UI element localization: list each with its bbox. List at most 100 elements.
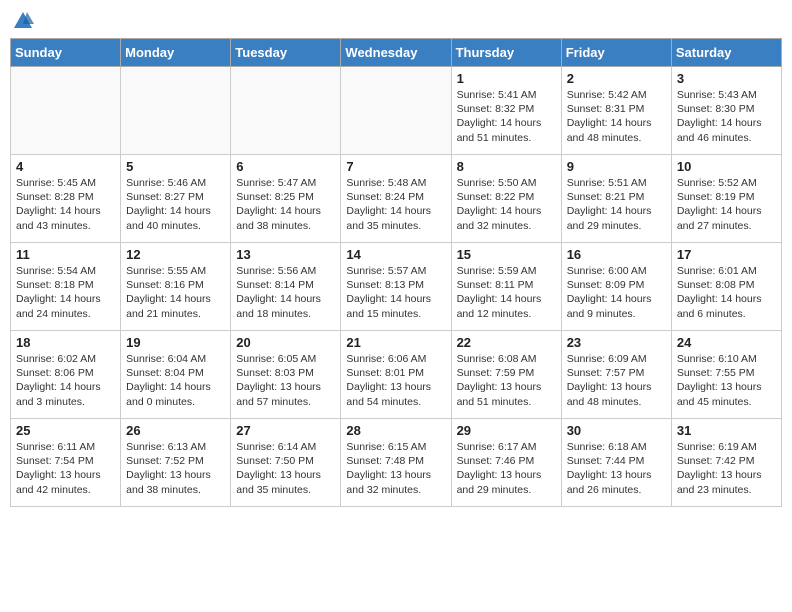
day-info-text: Sunrise: 5:59 AM — [457, 264, 556, 278]
day-number-20: 20 — [236, 335, 335, 350]
day-cell-18: 18Sunrise: 6:02 AMSunset: 8:06 PMDayligh… — [11, 331, 121, 419]
day-number-13: 13 — [236, 247, 335, 262]
day-info-text: Daylight: 13 hours — [677, 468, 776, 482]
day-info-text: and 26 minutes. — [567, 483, 666, 497]
calendar-week-4: 18 Sunrise: 6:02 AMSunset: 8:06 PM Dayligh… — [11, 331, 782, 419]
day-cell-empty — [341, 67, 451, 155]
logo-icon — [12, 10, 34, 32]
day-info-text: Sunrise: 5:43 AM — [677, 88, 776, 102]
day-info-text: Sunset: 8:06 PM — [16, 366, 115, 380]
day-info-text: Daylight: 13 hours — [236, 380, 335, 394]
day-info-text: Sunset: 8:31 PM — [567, 102, 666, 116]
day-cell-3: 3Sunrise: 5:43 AMSunset: 8:30 PMDaylight… — [671, 67, 781, 155]
day-info-text: Sunset: 8:32 PM — [457, 102, 556, 116]
day-number-3: 3 — [677, 71, 776, 86]
day-number-15: 15 — [457, 247, 556, 262]
day-info-text: Sunrise: 6:04 AM — [126, 352, 225, 366]
day-info-text: and 9 minutes. — [567, 307, 666, 321]
day-info-text: Daylight: 14 hours — [677, 292, 776, 306]
day-cell-empty — [231, 67, 341, 155]
day-info-text: Sunset: 8:18 PM — [16, 278, 115, 292]
day-info-text: and 0 minutes. — [126, 395, 225, 409]
day-number-19: 19 — [126, 335, 225, 350]
day-cell-20: 20Sunrise: 6:05 AMSunset: 8:03 PMDayligh… — [231, 331, 341, 419]
day-info-text: Sunset: 7:57 PM — [567, 366, 666, 380]
day-info-text: Daylight: 14 hours — [457, 292, 556, 306]
day-info-text: and 23 minutes. — [677, 483, 776, 497]
weekday-header-friday: Friday — [561, 39, 671, 67]
day-info-text: Sunrise: 6:19 AM — [677, 440, 776, 454]
day-info-text: Sunrise: 6:06 AM — [346, 352, 445, 366]
day-info-text: Sunrise: 5:46 AM — [126, 176, 225, 190]
day-number-26: 26 — [126, 423, 225, 438]
day-cell-10: 10Sunrise: 5:52 AMSunset: 8:19 PMDayligh… — [671, 155, 781, 243]
day-number-17: 17 — [677, 247, 776, 262]
day-cell-5: 5Sunrise: 5:46 AMSunset: 8:27 PMDaylight… — [121, 155, 231, 243]
day-number-18: 18 — [16, 335, 115, 350]
day-info-text: and 48 minutes. — [567, 395, 666, 409]
day-cell-11: 11Sunrise: 5:54 AMSunset: 8:18 PMDayligh… — [11, 243, 121, 331]
day-cell-16: 16Sunrise: 6:00 AMSunset: 8:09 PMDayligh… — [561, 243, 671, 331]
day-info-text: Daylight: 14 hours — [457, 204, 556, 218]
day-info-text: Sunrise: 5:55 AM — [126, 264, 225, 278]
day-info-text: and 38 minutes. — [236, 219, 335, 233]
day-number-29: 29 — [457, 423, 556, 438]
day-cell-9: 9Sunrise: 5:51 AMSunset: 8:21 PMDaylight… — [561, 155, 671, 243]
day-number-10: 10 — [677, 159, 776, 174]
day-cell-4: 4Sunrise: 5:45 AMSunset: 8:28 PMDaylight… — [11, 155, 121, 243]
day-info-text: Daylight: 14 hours — [236, 292, 335, 306]
day-info-text: Sunset: 8:03 PM — [236, 366, 335, 380]
day-info-text: and 35 minutes. — [346, 219, 445, 233]
day-info-text: and 21 minutes. — [126, 307, 225, 321]
weekday-header-saturday: Saturday — [671, 39, 781, 67]
day-info-text: Sunrise: 6:10 AM — [677, 352, 776, 366]
day-number-24: 24 — [677, 335, 776, 350]
day-info-text: Daylight: 13 hours — [16, 468, 115, 482]
day-info-text: Sunset: 8:30 PM — [677, 102, 776, 116]
day-info-text: Daylight: 14 hours — [236, 204, 335, 218]
day-info-text: Sunset: 8:21 PM — [567, 190, 666, 204]
day-number-4: 4 — [16, 159, 115, 174]
day-info-text: Sunrise: 5:57 AM — [346, 264, 445, 278]
day-info-text: Sunset: 8:04 PM — [126, 366, 225, 380]
day-info-text: and 24 minutes. — [16, 307, 115, 321]
day-number-12: 12 — [126, 247, 225, 262]
day-info-text: Sunset: 8:16 PM — [126, 278, 225, 292]
day-number-8: 8 — [457, 159, 556, 174]
day-cell-26: 26Sunrise: 6:13 AMSunset: 7:52 PMDayligh… — [121, 419, 231, 507]
day-info-text: Sunrise: 6:15 AM — [346, 440, 445, 454]
calendar-week-5: 25Sunrise: 6:11 AMSunset: 7:54 PMDayligh… — [11, 419, 782, 507]
day-info-text: Sunrise: 6:18 AM — [567, 440, 666, 454]
day-cell-1: 1Sunrise: 5:41 AMSunset: 8:32 PMDaylight… — [451, 67, 561, 155]
day-info-text: Daylight: 14 hours — [126, 292, 225, 306]
day-cell-17: 17Sunrise: 6:01 AMSunset: 8:08 PMDayligh… — [671, 243, 781, 331]
day-number-25: 25 — [16, 423, 115, 438]
day-info-text: Sunset: 8:01 PM — [346, 366, 445, 380]
day-info-text: and 12 minutes. — [457, 307, 556, 321]
day-cell-empty — [121, 67, 231, 155]
day-info-text: and 6 minutes. — [677, 307, 776, 321]
day-number-30: 30 — [567, 423, 666, 438]
day-info-text: Sunset: 7:42 PM — [677, 454, 776, 468]
day-info-text: Sunrise: 6:13 AM — [126, 440, 225, 454]
day-cell-8: 8Sunrise: 5:50 AMSunset: 8:22 PMDaylight… — [451, 155, 561, 243]
day-info-text: Daylight: 14 hours — [457, 116, 556, 130]
day-number-1: 1 — [457, 71, 556, 86]
day-info-text: and 32 minutes. — [457, 219, 556, 233]
day-info-text: Sunset: 7:50 PM — [236, 454, 335, 468]
day-info-text: and 40 minutes. — [126, 219, 225, 233]
day-info-text: and 38 minutes. — [126, 483, 225, 497]
day-info-text: and 45 minutes. — [677, 395, 776, 409]
day-info-text: Sunset: 8:14 PM — [236, 278, 335, 292]
day-cell-22: 22Sunrise: 6:08 AMSunset: 7:59 PMDayligh… — [451, 331, 561, 419]
day-cell-2: 2Sunrise: 5:42 AMSunset: 8:31 PMDaylight… — [561, 67, 671, 155]
day-info-text: Sunrise: 6:02 AM — [16, 352, 115, 366]
day-info-text: Sunset: 8:09 PM — [567, 278, 666, 292]
day-cell-19: 19Sunrise: 6:04 AMSunset: 8:04 PMDayligh… — [121, 331, 231, 419]
day-info-text: Sunrise: 6:14 AM — [236, 440, 335, 454]
day-number-6: 6 — [236, 159, 335, 174]
day-info-text: Daylight: 13 hours — [236, 468, 335, 482]
day-cell-21: 21Sunrise: 6:06 AMSunset: 8:01 PMDayligh… — [341, 331, 451, 419]
day-info-text: Daylight: 13 hours — [567, 380, 666, 394]
weekday-header-monday: Monday — [121, 39, 231, 67]
